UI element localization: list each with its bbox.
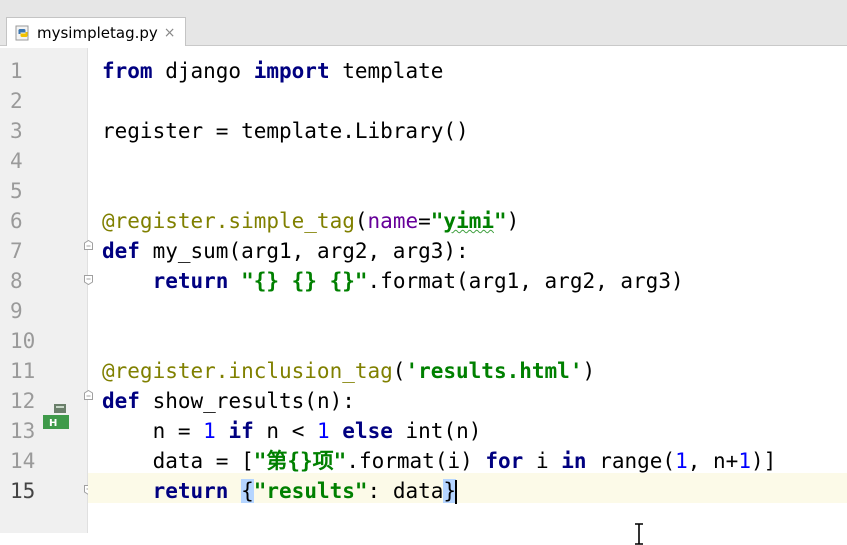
line-number: 8 [10, 269, 23, 293]
code-text: my_sum(arg1, arg2, arg3): [139, 239, 469, 263]
code-text: ( [354, 209, 368, 233]
editor-tab-bar: mysimpletag.py × [0, 0, 847, 47]
code-text: register = template.Library() [102, 119, 469, 143]
keyword: else [342, 419, 393, 443]
svg-text:H: H [49, 418, 57, 429]
line-number: 6 [10, 209, 23, 233]
string-literal: "{} {} {}" [241, 269, 368, 293]
decorator: @register.inclusion_tag [102, 359, 393, 383]
keyword: import [253, 59, 330, 83]
python-file-icon [15, 25, 31, 41]
code-line-6: @register.simple_tag(name="yimi") [102, 206, 519, 236]
code-text: , n+ [687, 449, 739, 473]
line-number: 4 [10, 149, 23, 173]
implemented-gutter-icon[interactable]: H [42, 403, 70, 430]
file-tab[interactable]: mysimpletag.py × [6, 17, 186, 47]
code-text: .format(i) [346, 449, 486, 473]
code-line-7: def my_sum(arg1, arg2, arg3): [102, 236, 469, 266]
number-literal: 1 [316, 419, 330, 443]
code-text: range( [586, 449, 676, 473]
string-literal: "第{}项" [253, 449, 347, 473]
string-quote: " [494, 209, 507, 233]
code-line-13: n = 1 if n < 1 else int(n) [102, 416, 482, 446]
line-number: 9 [10, 299, 23, 323]
text-caret [455, 480, 458, 504]
string-typo: yimi [443, 209, 494, 233]
line-number: 14 [10, 449, 36, 473]
ibeam-cursor-icon [635, 523, 643, 545]
keyword: def [102, 389, 140, 413]
line-number: 3 [10, 119, 23, 143]
code-line-14: data = ["第{}项".format(i) for i in range(… [102, 446, 777, 476]
keyword-argument: name [367, 209, 419, 233]
code-line-15: return {"results": data} [102, 476, 458, 506]
tab-filename: mysimpletag.py [37, 23, 158, 42]
close-tab-icon[interactable]: × [164, 25, 176, 41]
keyword: def [102, 239, 140, 263]
code-text: ( [392, 359, 406, 383]
code-text: i [523, 449, 562, 473]
line-number: 11 [10, 359, 36, 383]
code-line-11: @register.inclusion_tag('results.html') [102, 356, 595, 386]
code-text: n = [152, 419, 204, 443]
keyword: in [561, 449, 587, 473]
code-text: show_results(n): [139, 389, 355, 413]
string-literal: 'results.html' [405, 359, 583, 383]
line-number: 2 [10, 89, 23, 113]
keyword: from [102, 59, 153, 83]
line-number-gutter: 1 2 3 4 5 6 7 8 9 10 11 12 13 14 15 H [0, 48, 88, 533]
code-text: )] [750, 449, 777, 473]
line-number: 13 [10, 419, 36, 443]
code-text: template [329, 59, 444, 83]
string-literal: "results" [253, 479, 368, 503]
number-literal: 1 [675, 449, 688, 473]
code-text: data = [ [152, 449, 254, 473]
code-line-8: return "{} {} {}".format(arg1, arg2, arg… [102, 266, 684, 296]
keyword: if [228, 419, 254, 443]
code-text: .format(arg1, arg2, arg3) [367, 269, 684, 293]
code-line-3: register = template.Library() [102, 116, 469, 146]
code-line-12: def show_results(n): [102, 386, 355, 416]
line-number-current: 15 [10, 479, 36, 503]
code-text: n < [253, 419, 317, 443]
string-quote: " [430, 209, 444, 233]
code-text: ) [582, 359, 596, 383]
line-number: 10 [10, 329, 36, 353]
matched-brace: { [241, 479, 254, 503]
number-literal: 1 [203, 419, 216, 443]
code-text: : data [367, 479, 444, 503]
number-literal: 1 [738, 449, 751, 473]
code-text: int(n) [392, 419, 482, 443]
line-number: 12 [10, 389, 36, 413]
code-line-1: from django import template [102, 56, 443, 86]
keyword: return [152, 479, 229, 503]
keyword: for [485, 449, 524, 473]
line-number: 7 [10, 239, 23, 263]
code-text: django [152, 59, 254, 83]
code-text: = [418, 209, 431, 233]
line-number: 1 [10, 59, 23, 83]
keyword: return [152, 269, 229, 293]
code-text: ) [506, 209, 520, 233]
line-number: 5 [10, 179, 23, 203]
code-editor[interactable]: from django import template register = t… [88, 48, 847, 545]
decorator: @register.simple_tag [102, 209, 355, 233]
